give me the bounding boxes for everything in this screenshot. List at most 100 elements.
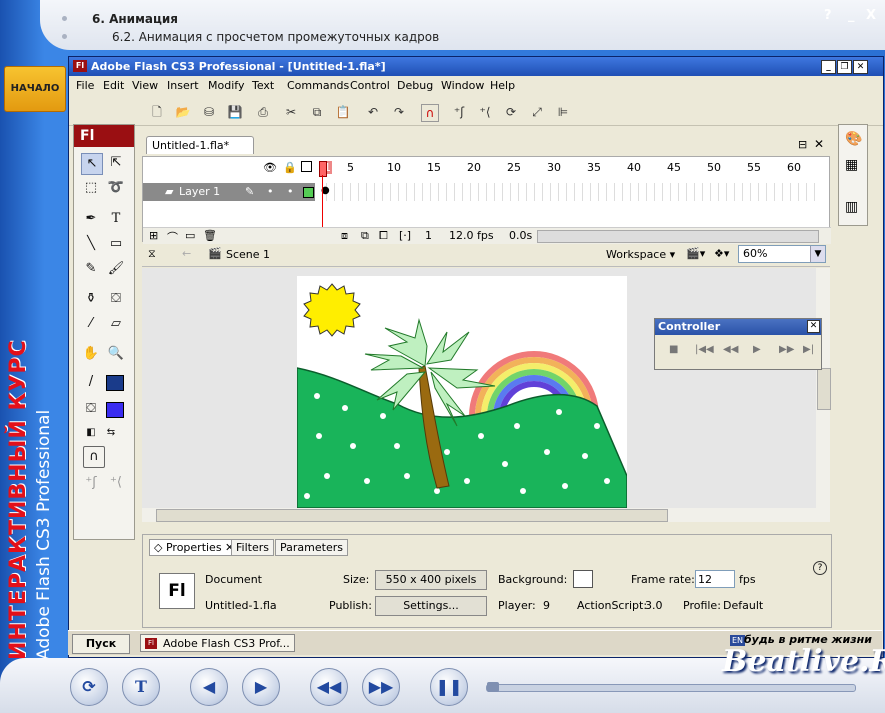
lasso-tool-icon[interactable]: ➰ [106,178,126,198]
motion-guide-icon[interactable]: ⌒ [167,229,178,245]
stop-icon[interactable]: ■ [669,344,678,355]
prev-button-icon[interactable]: ◀ [190,668,228,706]
menu-edit[interactable]: Edit [103,79,124,92]
delete-layer-icon[interactable]: 🗑 [203,229,217,242]
ink-bottle-icon[interactable]: ⚱ [81,289,101,309]
prev-chapter-icon[interactable]: ◀◀ [310,668,348,706]
menu-window[interactable]: Window [441,79,484,92]
stage-canvas[interactable] [297,276,627,508]
zoom-dropdown-icon[interactable]: ▼ [810,246,825,262]
edit-multiple-icon[interactable]: [·] [399,229,411,242]
menu-help[interactable]: Help [490,79,515,92]
free-transform-icon[interactable]: ⬚ [81,178,101,198]
start-button[interactable]: НАЧАЛО [4,66,66,112]
insert-folder-icon[interactable]: ▭ [185,229,195,242]
minimize-button[interactable]: _ [848,8,855,23]
straighten-option-icon[interactable]: ⁺⟨ [106,473,126,493]
step-back-icon[interactable]: ◀◀ [723,344,738,355]
new-file-icon[interactable]: 🗋 [149,104,165,120]
reload-button-icon[interactable]: ⟳ [70,668,108,706]
workspace-menu[interactable]: Workspace ▾ [606,248,675,261]
menu-modify[interactable]: Modify [208,79,244,92]
rectangle-tool-icon[interactable]: ▭ [106,234,126,254]
pause-button-icon[interactable]: ❚❚ [430,668,468,706]
layer-lock-dot[interactable]: • [287,185,294,198]
playback-progress[interactable] [486,682,856,692]
scale-icon[interactable]: ⤢ [529,104,545,120]
settings-button[interactable]: Settings... [375,596,487,616]
tab-filters[interactable]: Filters [231,539,274,556]
onion-outline-icon[interactable]: ⧠ [379,229,388,243]
show-hide-eye-icon[interactable]: 👁 [263,161,277,174]
background-color-swatch[interactable] [573,570,593,588]
help-circle-icon[interactable]: ? [813,561,827,575]
edit-symbol-icon[interactable]: ❖▾ [714,247,729,260]
menu-debug[interactable]: Debug [397,79,433,92]
document-tab[interactable]: Untitled-1.fla* [146,136,254,154]
menu-commands[interactable]: Commands [287,79,349,92]
pen-tool-icon[interactable]: ✒ [81,209,101,229]
pencil-tool-icon[interactable]: ✎ [81,259,101,279]
brush-tool-icon[interactable]: 🖌 [106,259,126,279]
controller-close-icon[interactable]: ✕ [807,320,820,333]
play-icon[interactable]: ▶ [753,344,761,355]
straighten-icon[interactable]: ⁺⟨ [477,104,493,120]
back-arrow-icon[interactable]: ← [182,247,191,260]
onion-skin-icon[interactable]: ⧉ [361,229,369,243]
lock-icon[interactable]: 🔒 [283,161,297,174]
text-tool-icon[interactable]: T [106,209,126,229]
start-menu-button[interactable]: Пуск [72,634,130,654]
align-icon[interactable]: ⊫ [555,104,571,120]
tab-close-icon[interactable]: ✕ [814,137,824,151]
tab-options-icon[interactable]: ⊟ [798,138,807,151]
menu-view[interactable]: View [132,79,158,92]
open-recent-icon[interactable]: ⛁ [201,104,217,120]
timeline-hscrollbar[interactable] [537,230,819,243]
selection-tool-icon[interactable]: ↖ [81,153,103,175]
color-panel-icon[interactable]: 🎨 [845,131,862,147]
edit-scene-icon[interactable]: 🎬▾ [686,247,705,260]
framerate-input[interactable] [695,570,735,588]
next-button-icon[interactable]: ▶ [242,668,280,706]
stage-hscrollbar[interactable] [142,508,830,522]
stage-vscrollbar[interactable] [816,268,831,508]
rewind-icon[interactable]: |◀◀ [695,344,714,355]
hand-tool-icon[interactable]: ✋ [81,344,101,364]
menu-insert[interactable]: Insert [167,79,199,92]
rotate-icon[interactable]: ⟳ [503,104,519,120]
eraser-tool-icon[interactable]: ▱ [106,314,126,334]
close-button[interactable]: X [866,8,876,23]
paint-bucket-icon[interactable]: ⛋ [106,289,126,309]
redo-icon[interactable]: ↷ [391,104,407,120]
timeline-toggle-icon[interactable]: ⧖ [148,247,156,261]
menu-control[interactable]: Control [350,79,390,92]
insert-layer-icon[interactable]: ⊞ [149,229,158,242]
undo-icon[interactable]: ↶ [365,104,381,120]
menu-text[interactable]: Text [252,79,274,92]
copy-icon[interactable]: ⧉ [309,104,325,120]
eyedropper-icon[interactable]: ⁄ [81,314,101,334]
open-folder-icon[interactable]: 📂 [175,104,191,120]
snap-to-objects-icon[interactable]: ∩ [83,446,105,468]
outline-toggle-icon[interactable] [301,161,312,172]
subselection-tool-icon[interactable]: ⇱ [106,153,126,173]
center-frame-icon[interactable]: ⧈ [341,229,348,243]
flash-minimize-icon[interactable]: _ [821,60,836,74]
stroke-color-swatch[interactable] [106,375,124,391]
zoom-tool-icon[interactable]: 🔍 [106,344,126,364]
swap-colors-icon[interactable]: ⇆ [101,423,121,443]
line-tool-icon[interactable]: ╲ [81,234,101,254]
next-chapter-icon[interactable]: ▶▶ [362,668,400,706]
go-to-end-icon[interactable]: ▶| [803,344,814,355]
menu-file[interactable]: File [76,79,94,92]
snap-magnet-icon[interactable]: ∩ [421,104,439,122]
taskbar-flash-item[interactable]: Fl Adobe Flash CS3 Prof... [140,634,295,652]
text-button-icon[interactable]: T [122,668,160,706]
frames-grid[interactable] [319,183,819,201]
help-button[interactable]: ? [824,8,832,23]
flash-close-icon[interactable]: ✕ [853,60,868,74]
swatches-panel-icon[interactable]: ▦ [845,157,858,173]
fill-color-swatch[interactable] [106,402,124,418]
print-icon[interactable]: ⎙ [255,104,271,120]
smooth-icon[interactable]: ⁺ʃ [451,104,467,120]
